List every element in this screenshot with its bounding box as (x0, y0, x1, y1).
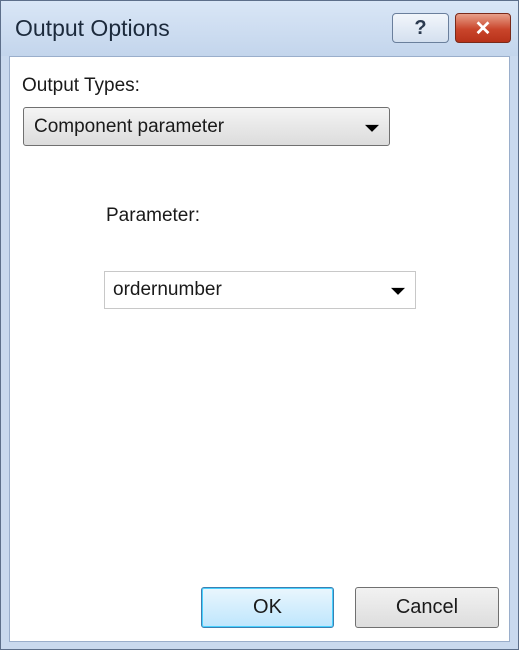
dialog-title: Output Options (15, 15, 170, 41)
cancel-button[interactable]: Cancel (355, 587, 499, 628)
parameter-value: ordernumber (113, 279, 222, 300)
parameter-dropdown[interactable]: ordernumber (104, 271, 416, 309)
close-icon: ✕ (474, 17, 492, 40)
dialog-body: Output Types: Component parameter Parame… (9, 56, 510, 642)
chevron-down-icon (365, 124, 379, 132)
chevron-down-icon (391, 287, 405, 295)
close-button[interactable]: ✕ (455, 13, 511, 43)
help-button[interactable]: ? (392, 13, 449, 43)
ok-button[interactable]: OK (201, 587, 334, 628)
output-options-dialog: Output Options ? ✕ Output Types: Compone… (0, 0, 519, 650)
parameter-label: Parameter: (106, 205, 200, 226)
output-types-dropdown[interactable]: Component parameter (23, 107, 390, 146)
output-types-label: Output Types: (22, 75, 140, 96)
question-mark-icon: ? (414, 16, 427, 39)
output-types-value: Component parameter (34, 115, 225, 137)
title-bar[interactable]: Output Options ? ✕ (1, 1, 518, 56)
